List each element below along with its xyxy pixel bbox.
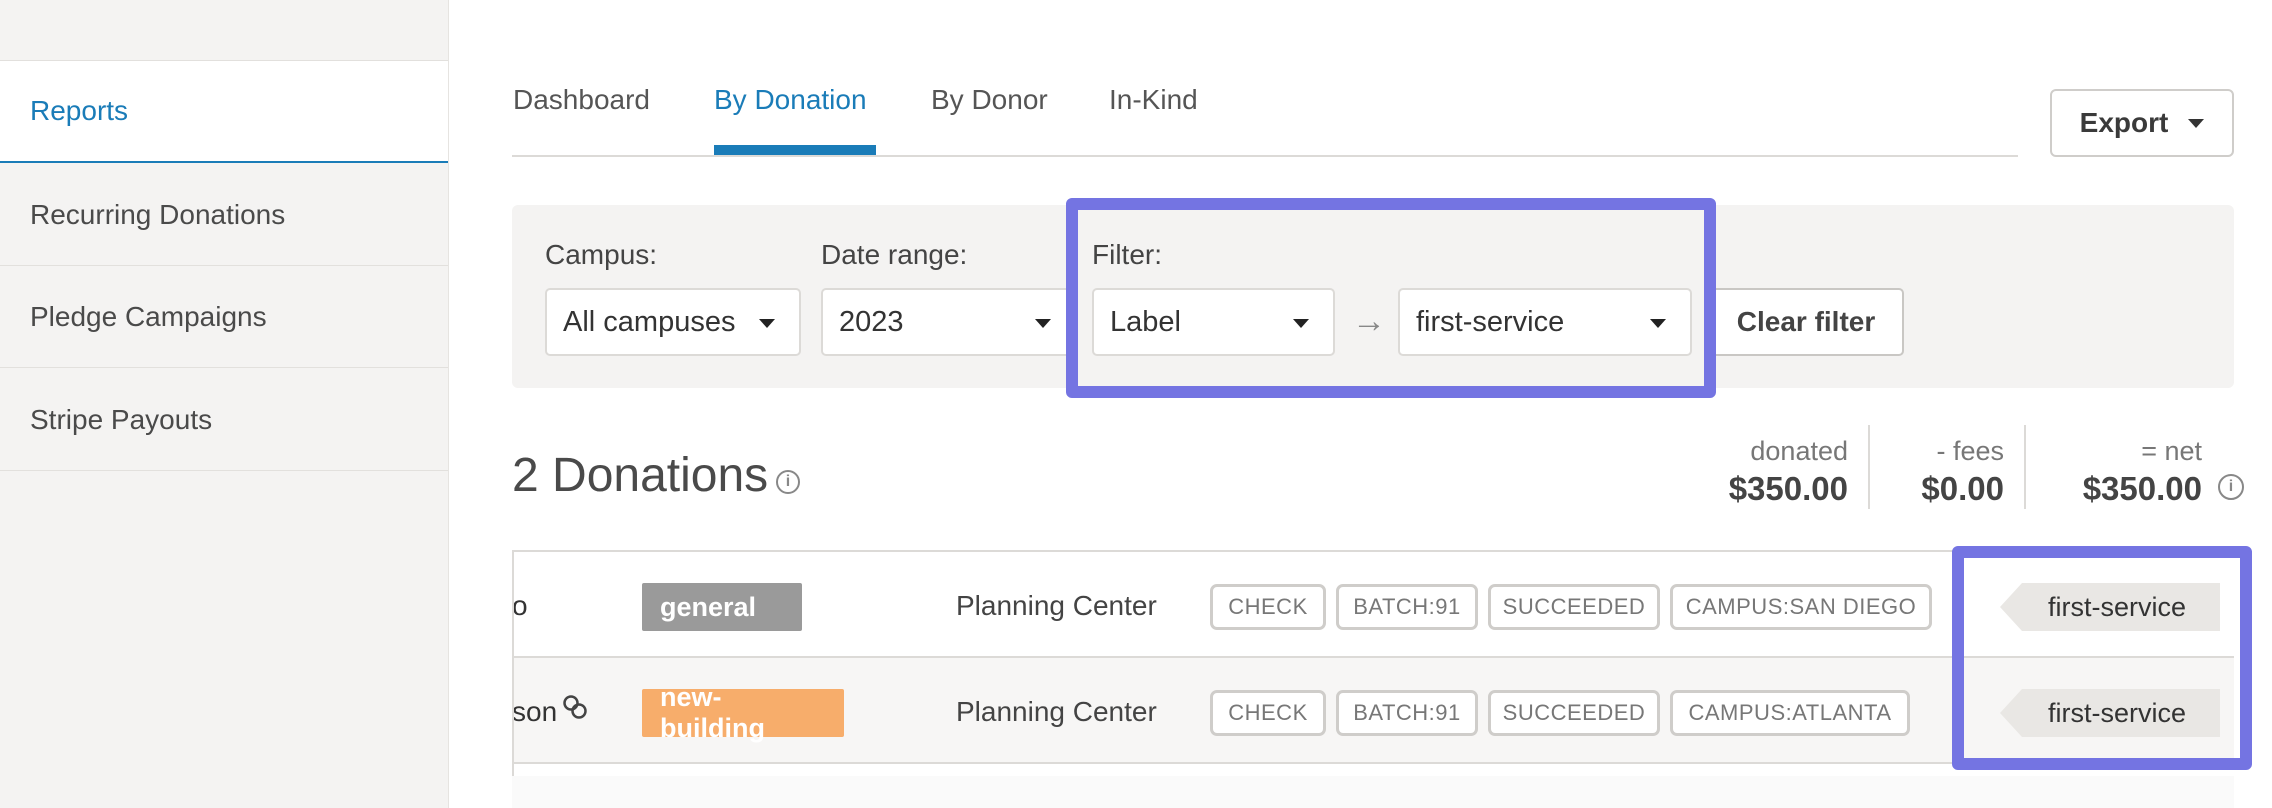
link-icon[interactable] [562,694,588,727]
fund-badge: general [642,583,802,631]
net-info-icon[interactable]: i [2218,474,2244,500]
fund-badge: new-building [642,682,844,743]
fund-badge-label: general [660,591,757,622]
sidebar-item-recurring-donations[interactable]: Recurring Donations [0,164,448,266]
sidebar-item-label: Pledge Campaigns [30,300,267,332]
sidebar-item-label: Reports [30,95,129,126]
donated-label: donated [1750,436,1848,466]
report-tabs: Dashboard By Donation By Donor In-Kind [512,0,2018,157]
link-icon-glyph [563,695,587,719]
export-button-label: Export [2079,107,2169,138]
table-bottom-fade [512,776,2234,808]
campus-select[interactable]: All campuses [545,288,801,356]
sidebar: Reports Recurring Donations Pledge Campa… [0,0,449,808]
campus-select-value: All campuses [563,305,736,338]
tab-in-kind[interactable]: In-Kind [1109,84,1198,116]
tab-by-donation[interactable]: By Donation [714,84,867,116]
sidebar-item-pledge-campaigns[interactable]: Pledge Campaigns [0,266,448,368]
date-range-select[interactable]: 2023 [821,288,1077,356]
fees-value: $0.00 [1921,470,2004,507]
info-icon[interactable]: i [776,470,800,494]
summary-divider [1868,425,1870,509]
filter-highlight-box [1066,198,1716,398]
sidebar-item-reports[interactable]: Reports [0,61,448,163]
donation-source: Planning Center [956,590,1157,621]
tag-chip: CHECK [1210,690,1326,736]
tag-chip: CAMPUS:SAN DIEGO [1670,584,1932,630]
label-column-highlight-box [1952,546,2252,770]
export-button[interactable]: Export [2050,89,2234,157]
chevron-down-icon [759,319,775,328]
date-range-label: Date range: [821,239,968,270]
campus-label: Campus: [545,239,658,270]
tag-chip: BATCH:91 [1336,584,1478,630]
sidebar-item-label: Stripe Payouts [30,403,213,435]
chevron-down-icon [2188,118,2205,128]
tag-chip: SUCCEEDED [1488,690,1660,736]
date-range-select-value: 2023 [839,305,904,338]
donations-count-title: 2 Donations [512,449,769,502]
sidebar-item-stripe-payouts[interactable]: Stripe Payouts [0,369,448,471]
sidebar-item-label: Recurring Donations [30,198,286,230]
donated-value: $350.00 [1728,470,1848,507]
chevron-down-icon [1035,319,1051,328]
table-left-border [512,550,514,800]
fund-badge-label: new-building [660,682,765,743]
donation-source: Planning Center [956,696,1157,727]
tag-chip: CAMPUS:ATLANTA [1670,690,1910,736]
net-label: = net [2141,436,2202,466]
tag-chip: SUCCEEDED [1488,584,1660,630]
tab-by-donor[interactable]: By Donor [931,84,1048,116]
donor-name[interactable]: o [512,590,528,622]
net-value: $350.00 [2082,470,2202,507]
tab-dashboard[interactable]: Dashboard [513,84,650,116]
tag-chip: BATCH:91 [1336,690,1478,736]
sidebar-top-spacer [0,0,448,61]
fees-label: - fees [1936,436,2004,466]
tag-chip: CHECK [1210,584,1326,630]
summary-divider [2024,425,2026,509]
donor-name[interactable]: son [512,696,557,728]
clear-filter-button[interactable]: Clear filter [1708,288,1904,356]
active-tab-indicator [714,145,876,155]
